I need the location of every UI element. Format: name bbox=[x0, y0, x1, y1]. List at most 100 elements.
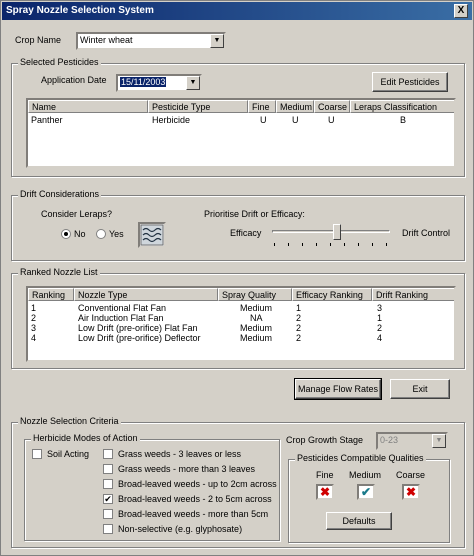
mode-label: Broad-leaved weeds - 2 to 5cm across bbox=[118, 494, 272, 504]
cell-drift-ranking: 2 bbox=[377, 323, 383, 333]
priority-slider[interactable] bbox=[272, 222, 392, 252]
cell-efficacy-ranking: 2 bbox=[296, 333, 302, 343]
col-name[interactable]: Name bbox=[28, 100, 148, 113]
nozzle-selection-criteria-title: Nozzle Selection Criteria bbox=[18, 416, 121, 426]
selected-pesticides-title: Selected Pesticides bbox=[18, 57, 101, 67]
ranked-nozzle-list[interactable]: Ranking Nozzle Type Spray Quality Effica… bbox=[26, 286, 456, 362]
slider-thumb[interactable] bbox=[333, 224, 341, 240]
quality-label-fine: Fine bbox=[316, 470, 334, 480]
soil-acting-checkbox[interactable] bbox=[32, 449, 42, 459]
nozzle-selection-criteria-group: Nozzle Selection Criteria Herbicide Mode… bbox=[11, 416, 465, 548]
table-row[interactable]: 2 Air Induction Flat Fan NA 2 1 bbox=[28, 313, 454, 323]
efficacy-label: Efficacy bbox=[230, 228, 262, 238]
cell-nozzle-type: Low Drift (pre-orifice) Flat Fan bbox=[78, 323, 198, 333]
herbicide-modes-group: Herbicide Modes of Action Soil Acting Gr… bbox=[24, 433, 280, 541]
drift-considerations-group: Drift Considerations Consider Leraps? No… bbox=[11, 189, 465, 261]
close-button[interactable]: X bbox=[454, 4, 468, 18]
crop-growth-stage-select[interactable]: 0-23 ▼ bbox=[376, 432, 448, 450]
col-ranking[interactable]: Ranking bbox=[28, 288, 74, 301]
chevron-down-icon[interactable]: ▼ bbox=[432, 434, 446, 448]
application-date-label: Application Date bbox=[41, 75, 107, 85]
mode-label: Broad-leaved weeds - up to 2cm across bbox=[118, 479, 277, 489]
crop-name-select[interactable]: Winter wheat ▼ bbox=[76, 32, 226, 50]
table-row[interactable]: 4 Low Drift (pre-orifice) Deflector Medi… bbox=[28, 333, 454, 343]
soil-acting-label: Soil Acting bbox=[47, 449, 90, 459]
cell-leraps: B bbox=[400, 115, 407, 125]
prioritise-label: Prioritise Drift or Efficacy: bbox=[204, 209, 305, 219]
cell-nozzle-type: Conventional Flat Fan bbox=[78, 303, 167, 313]
table-row[interactable]: 3 Low Drift (pre-orifice) Flat Fan Mediu… bbox=[28, 323, 454, 333]
ranked-list-header: Ranking Nozzle Type Spray Quality Effica… bbox=[28, 288, 454, 301]
defaults-button[interactable]: Defaults bbox=[326, 512, 392, 530]
mode-label: Grass weeds - more than 3 leaves bbox=[118, 464, 256, 474]
col-pesticide-type[interactable]: Pesticide Type bbox=[148, 100, 248, 113]
mode-checkbox-checked[interactable]: ✔ bbox=[103, 494, 113, 504]
crop-name-value: Winter wheat bbox=[80, 35, 133, 45]
slider-tick bbox=[274, 243, 275, 246]
ranked-nozzle-title: Ranked Nozzle List bbox=[18, 267, 100, 277]
selected-pesticides-group: Selected Pesticides Application Date 15/… bbox=[11, 57, 465, 177]
cell-nozzle-type: Low Drift (pre-orifice) Deflector bbox=[78, 333, 201, 343]
chevron-down-icon[interactable]: ▼ bbox=[186, 76, 200, 90]
cell-ranking: 3 bbox=[31, 323, 37, 333]
main-window: Spray Nozzle Selection System X Crop Nam… bbox=[0, 0, 474, 556]
edit-pesticides-button[interactable]: Edit Pesticides bbox=[372, 72, 448, 92]
cell-drift-ranking: 1 bbox=[377, 313, 383, 323]
drift-considerations-title: Drift Considerations bbox=[18, 189, 102, 199]
application-date-value: 15/11/2003 bbox=[120, 77, 167, 87]
slider-tick bbox=[316, 243, 317, 246]
mode-checkbox[interactable] bbox=[103, 464, 113, 474]
exit-button[interactable]: Exit bbox=[390, 379, 450, 399]
col-fine[interactable]: Fine bbox=[248, 100, 276, 113]
cell-spray-quality: Medium bbox=[240, 323, 273, 333]
cell-ranking: 4 bbox=[31, 333, 37, 343]
mode-checkbox[interactable] bbox=[103, 509, 113, 519]
mode-checkbox[interactable] bbox=[103, 479, 113, 489]
pesticides-list-header: Name Pesticide Type Fine Medium Coarse L… bbox=[28, 100, 454, 113]
mode-checkbox[interactable] bbox=[103, 524, 113, 534]
slider-tick bbox=[358, 243, 359, 246]
compatible-qualities-title: Pesticides Compatible Qualities bbox=[295, 453, 426, 463]
mode-label: Non-selective (e.g. glyphosate) bbox=[118, 524, 243, 534]
col-leraps[interactable]: Leraps Classification bbox=[350, 100, 454, 113]
cell-spray-quality: Medium bbox=[240, 303, 273, 313]
pesticides-list[interactable]: Name Pesticide Type Fine Medium Coarse L… bbox=[26, 98, 456, 168]
cell-efficacy-ranking: 1 bbox=[296, 303, 302, 313]
chevron-down-icon[interactable]: ▼ bbox=[210, 34, 224, 48]
slider-tick bbox=[386, 243, 387, 246]
mode-label: Grass weeds - 3 leaves or less bbox=[118, 449, 242, 459]
fine-cross-icon[interactable]: ✖ bbox=[316, 484, 334, 500]
mode-checkbox[interactable] bbox=[103, 449, 113, 459]
cell-ranking: 1 bbox=[31, 303, 37, 313]
coarse-cross-icon[interactable]: ✖ bbox=[402, 484, 420, 500]
col-nozzle-type[interactable]: Nozzle Type bbox=[74, 288, 218, 301]
medium-tick-icon[interactable]: ✔ bbox=[357, 484, 375, 500]
leraps-yes-radio[interactable] bbox=[96, 229, 106, 239]
table-row[interactable]: 1 Conventional Flat Fan Medium 1 3 bbox=[28, 303, 454, 313]
ranked-nozzle-group: Ranked Nozzle List Ranking Nozzle Type S… bbox=[11, 267, 465, 369]
herbicide-modes-title: Herbicide Modes of Action bbox=[31, 433, 140, 443]
cell-efficacy-ranking: 2 bbox=[296, 323, 302, 333]
cell-nozzle-type: Air Induction Flat Fan bbox=[78, 313, 164, 323]
cell-drift-ranking: 4 bbox=[377, 333, 383, 343]
slider-tick bbox=[302, 243, 303, 246]
col-medium[interactable]: Medium bbox=[276, 100, 314, 113]
cell-drift-ranking: 3 bbox=[377, 303, 383, 313]
col-drift-ranking[interactable]: Drift Ranking bbox=[372, 288, 454, 301]
drift-control-label: Drift Control bbox=[402, 228, 451, 238]
consider-leraps-label: Consider Leraps? bbox=[41, 209, 113, 219]
leraps-yes-label: Yes bbox=[109, 229, 124, 239]
leraps-no-radio[interactable] bbox=[61, 229, 71, 239]
col-coarse[interactable]: Coarse bbox=[314, 100, 350, 113]
crop-growth-stage-label: Crop Growth Stage bbox=[286, 435, 364, 445]
manage-flow-rates-button[interactable]: Manage Flow Rates bbox=[294, 378, 382, 400]
table-row[interactable]: Panther Herbicide U U U B bbox=[28, 115, 454, 125]
cell-efficacy-ranking: 2 bbox=[296, 313, 302, 323]
cell-ranking: 2 bbox=[31, 313, 37, 323]
col-efficacy-ranking[interactable]: Efficacy Ranking bbox=[292, 288, 372, 301]
application-date-picker[interactable]: 15/11/2003 ▼ bbox=[116, 74, 202, 92]
col-spray-quality[interactable]: Spray Quality bbox=[218, 288, 292, 301]
leraps-info-icon[interactable] bbox=[138, 222, 166, 248]
slider-tick bbox=[330, 243, 331, 246]
cell-fine: U bbox=[260, 115, 267, 125]
